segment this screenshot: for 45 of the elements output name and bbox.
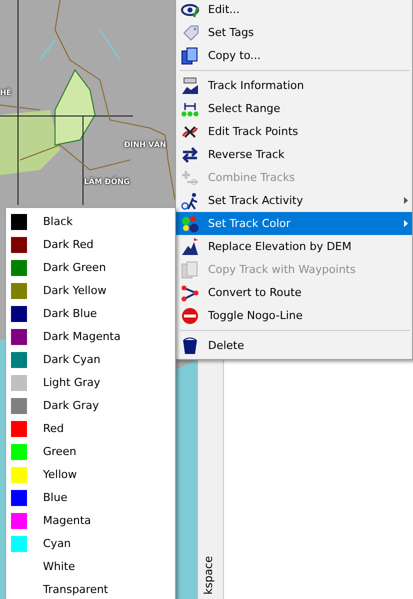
menu-item[interactable]: Toggle Nogo-Line	[176, 304, 412, 327]
menu-item[interactable]: Delete	[176, 334, 412, 357]
menu-item[interactable]: Select Range	[176, 97, 412, 120]
color-menu-item[interactable]: Dark Cyan	[6, 348, 175, 371]
menu-item[interactable]: Replace Elevation by DEM	[176, 235, 412, 258]
activity-icon	[181, 192, 199, 210]
color-menu-item[interactable]: Dark Red	[6, 233, 175, 256]
color-menu-item[interactable]: Black	[6, 210, 175, 233]
swap-arrows-icon	[181, 146, 199, 164]
menu-item[interactable]: Edit Track Points	[176, 120, 412, 143]
document-icon	[181, 260, 199, 278]
mountain-icon	[181, 238, 199, 256]
menu-item[interactable]: Set Track Color	[176, 212, 412, 235]
color-menu-item[interactable]: Red	[6, 417, 175, 440]
info-chart-icon	[181, 76, 199, 94]
menu-item[interactable]: Copy to...	[176, 44, 412, 67]
tag-icon	[181, 24, 199, 42]
menu-item[interactable]: Reverse Track	[176, 143, 412, 166]
plus-icon	[181, 168, 199, 186]
submenu-arrow-icon	[404, 220, 408, 227]
color-menu-item[interactable]: Green	[6, 440, 175, 463]
panel-label: kspace	[202, 556, 215, 595]
no-entry-icon	[181, 306, 199, 324]
route-icon	[181, 284, 199, 302]
color-menu-item[interactable]: Dark Blue	[6, 302, 175, 325]
color-menu-item[interactable]: Transparent	[6, 578, 175, 599]
bucket-icon	[181, 336, 199, 354]
color-menu-item[interactable]: Light Gray	[6, 371, 175, 394]
color-menu-item[interactable]: Magenta	[6, 509, 175, 532]
color-menu-item[interactable]: Dark Gray	[6, 394, 175, 417]
menu-item[interactable]: Edit...	[176, 0, 412, 21]
menu-item[interactable]: Set Tags	[176, 21, 412, 44]
color-menu-item[interactable]: Blue	[6, 486, 175, 509]
menu-item[interactable]: Convert to Route	[176, 281, 412, 304]
submenu-arrow-icon	[404, 197, 408, 204]
color-menu-item[interactable]: Dark Yellow	[6, 279, 175, 302]
menu-item[interactable]: Set Track Activity	[176, 189, 412, 212]
menu-item[interactable]: Track Information	[176, 74, 412, 97]
palette-icon	[181, 214, 199, 232]
color-menu-item[interactable]: White	[6, 555, 175, 578]
color-menu-item[interactable]: Dark Green	[6, 256, 175, 279]
color-menu-item[interactable]: Cyan	[6, 532, 175, 555]
copy-icon	[181, 46, 199, 64]
color-menu-item[interactable]: Yellow	[6, 463, 175, 486]
color-menu-item[interactable]: Dark Magenta	[6, 325, 175, 348]
